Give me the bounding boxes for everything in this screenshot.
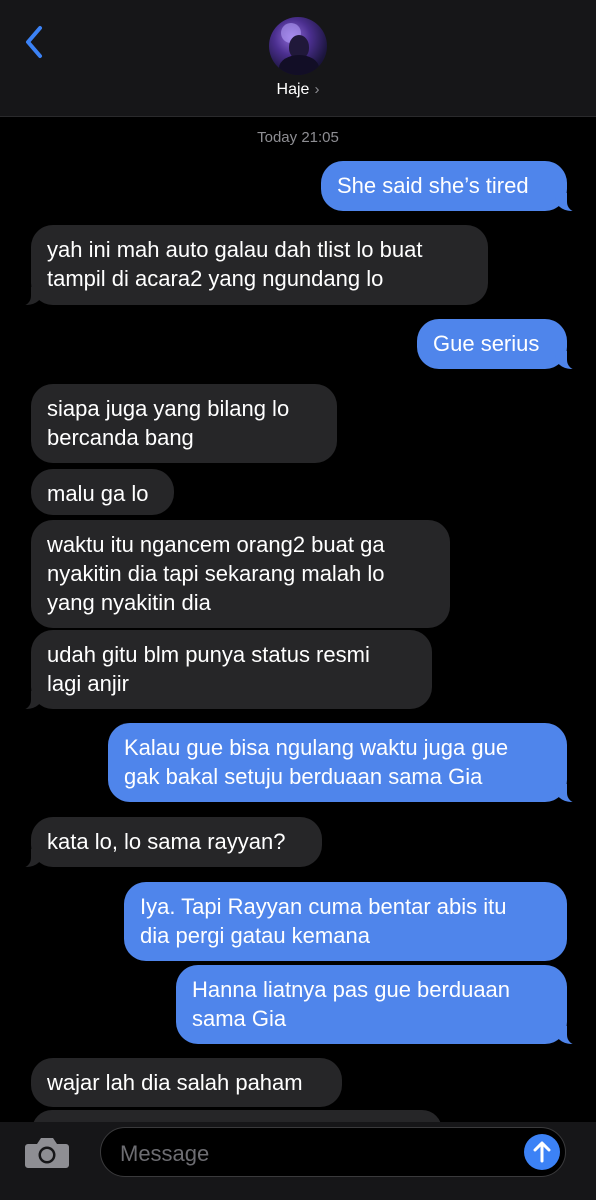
message-bubble-received[interactable]: kata lo, lo sama rayyan?	[19, 817, 322, 868]
contact-avatar[interactable]	[269, 17, 327, 75]
thread-timestamp: Today 21:05	[257, 129, 339, 146]
contact-name: Haje	[276, 81, 310, 98]
message-bubble-received[interactable]: waktu itu ngancem orang2 buat ga nyakiti…	[31, 520, 450, 628]
message-bubble-sent[interactable]: Gue serius	[417, 319, 579, 370]
back-chevron-icon[interactable]	[20, 22, 50, 62]
message-bubble-received[interactable]: siapa juga yang bilang lo bercanda bang	[31, 384, 337, 463]
chevron-right-icon: ›	[314, 81, 320, 98]
message-bubble-received[interactable]: udah gitu blm punya status resmi lagi an…	[19, 630, 432, 710]
conversation-header: Haje ›	[0, 0, 596, 117]
message-bubble-sent[interactable]: She said she’s tired	[321, 161, 579, 212]
message-placeholder: Message	[120, 1141, 210, 1166]
arrow-up-icon	[533, 1141, 551, 1163]
message-input[interactable]: Message	[100, 1127, 566, 1177]
send-button[interactable]	[524, 1134, 560, 1170]
message-bubble-received[interactable]: malu ga lo	[31, 469, 174, 515]
message-bubble-received[interactable]: wajar lah dia salah paham	[31, 1058, 342, 1107]
message-bubble-sent[interactable]: Hanna liatnya pas gue berduaan sama Gia	[176, 965, 579, 1045]
message-bubble-received[interactable]: yah ini mah auto galau dah tlist lo buat…	[19, 225, 488, 306]
message-bubble-sent[interactable]: Kalau gue bisa ngulang waktu juga gue ga…	[108, 723, 579, 803]
message-bubble-sent[interactable]: Iya. Tapi Rayyan cuma bentar abis itu di…	[124, 882, 567, 961]
contact-name-button[interactable]: Haje ›	[0, 81, 596, 99]
camera-icon[interactable]	[24, 1134, 70, 1170]
composer-bar: Message	[0, 1122, 596, 1200]
